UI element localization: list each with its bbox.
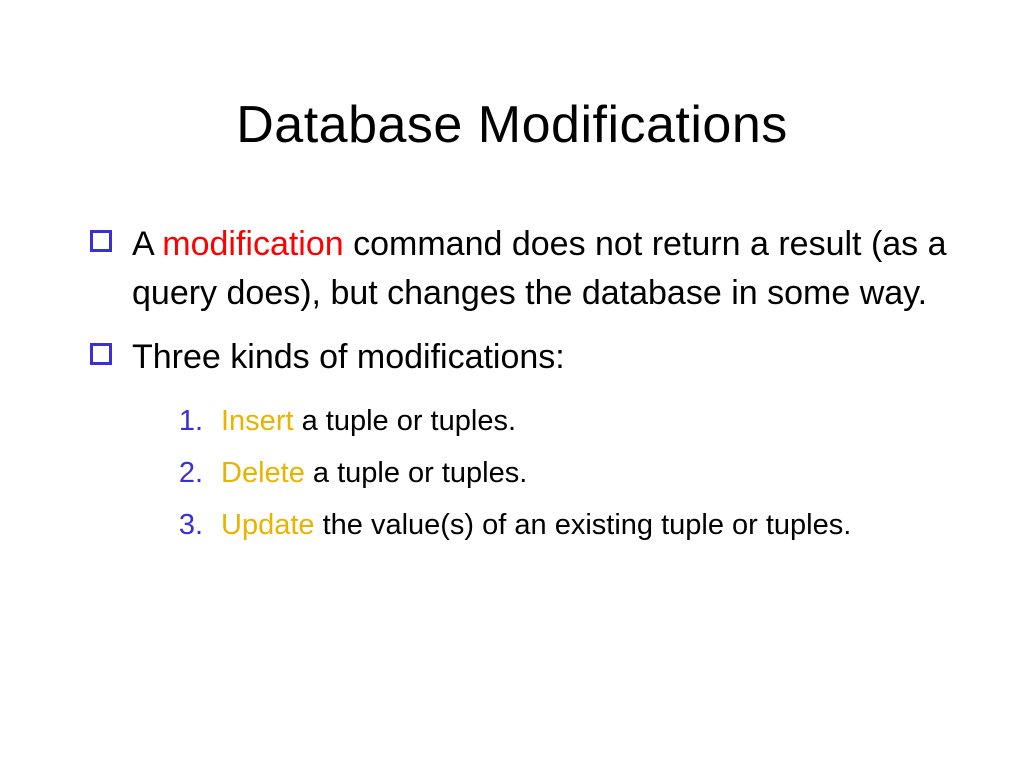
highlight-gold: Insert [221, 405, 294, 437]
bullet-item: A modification command does not return a… [90, 220, 954, 319]
list-item: 3. Update the value(s) of an existing tu… [165, 504, 954, 546]
text-segment: A [132, 225, 162, 263]
numbered-list: 1. Insert a tuple or tuples. 2. Delete a… [0, 400, 1024, 546]
slide: Database Modifications A modification co… [0, 0, 1024, 768]
list-number: 2. [165, 452, 203, 494]
list-text: Insert a tuple or tuples. [221, 400, 516, 442]
text-segment: the value(s) of an existing tuple or tup… [315, 509, 852, 541]
text-segment: a tuple or tuples. [294, 405, 516, 437]
text-segment: Three kinds of modifications: [132, 338, 565, 376]
slide-title: Database Modifications [0, 95, 1024, 155]
text-segment: a tuple or tuples. [305, 457, 527, 489]
bullet-text: Three kinds of modifications: [132, 333, 565, 382]
list-text: Delete a tuple or tuples. [221, 452, 527, 494]
highlight-red: modification [162, 225, 343, 263]
bullet-item: Three kinds of modifications: [90, 333, 954, 382]
highlight-gold: Update [221, 509, 315, 541]
bullet-text: A modification command does not return a… [132, 220, 954, 319]
list-item: 2. Delete a tuple or tuples. [165, 452, 954, 494]
slide-body: A modification command does not return a… [0, 220, 1024, 382]
list-text: Update the value(s) of an existing tuple… [221, 504, 851, 546]
square-bullet-icon [90, 230, 112, 252]
highlight-gold: Delete [221, 457, 305, 489]
list-item: 1. Insert a tuple or tuples. [165, 400, 954, 442]
list-number: 1. [165, 400, 203, 442]
square-bullet-icon [90, 343, 112, 365]
list-number: 3. [165, 504, 203, 546]
